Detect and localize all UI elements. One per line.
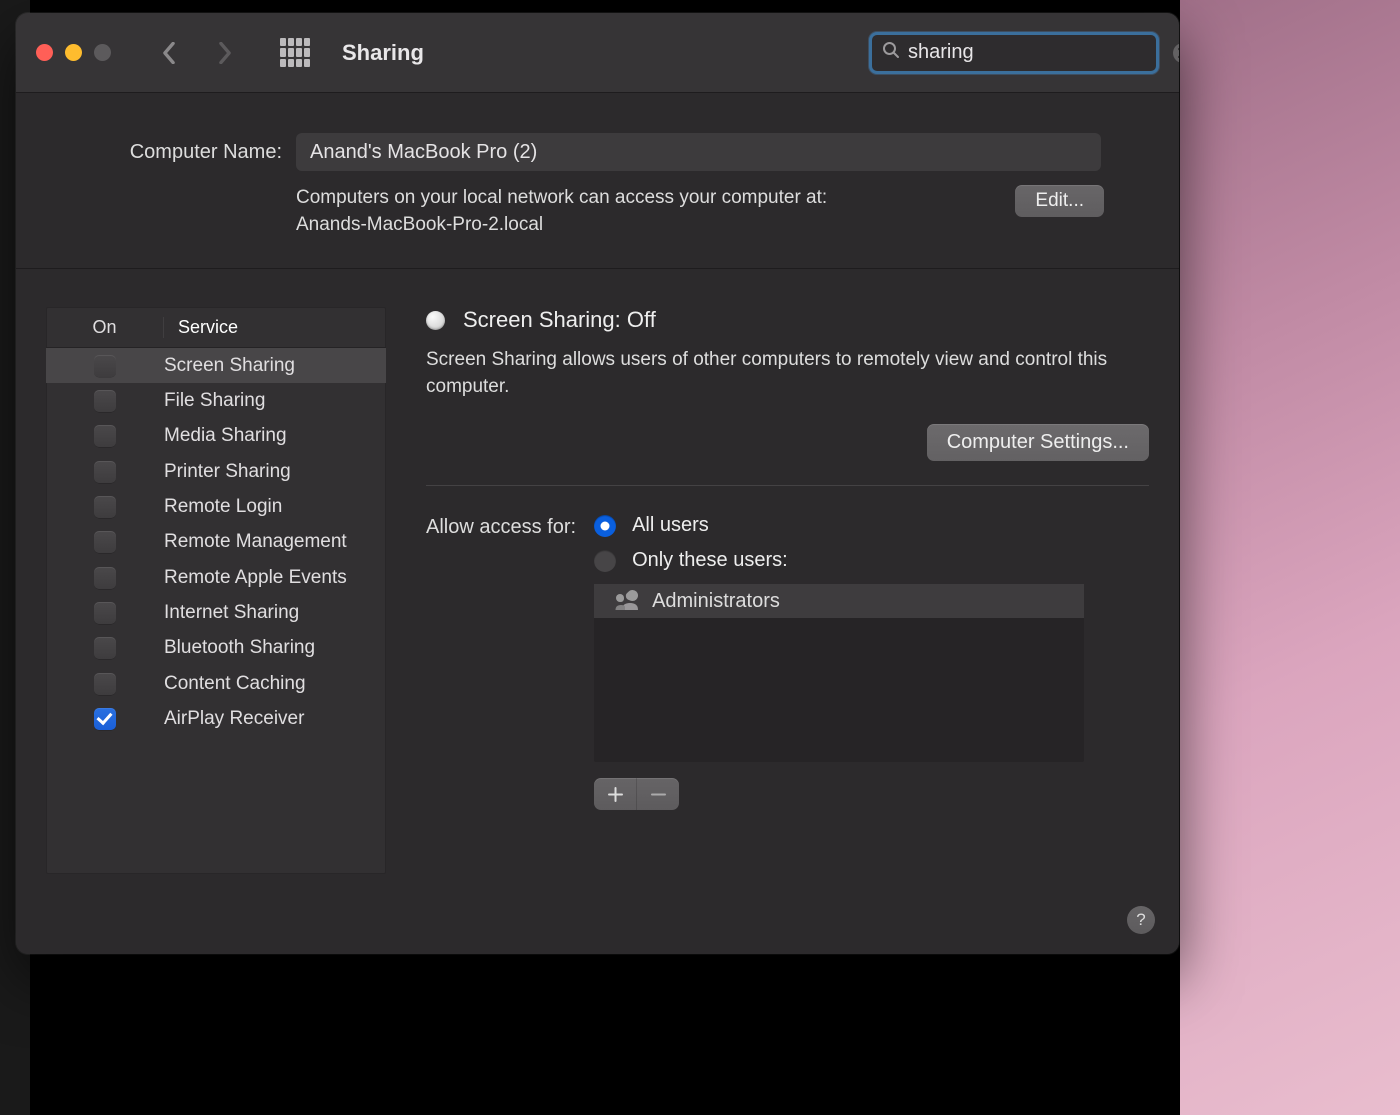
service-rows-container: Screen Sharing File Sharing Media Sharing P… xyxy=(46,348,386,736)
service-row[interactable]: Printer Sharing xyxy=(46,454,386,489)
service-row[interactable]: Content Caching xyxy=(46,666,386,701)
service-label: File Sharing xyxy=(164,390,265,412)
service-checkbox[interactable] xyxy=(94,355,116,377)
service-row[interactable]: Remote Login xyxy=(46,489,386,524)
computer-name-input[interactable] xyxy=(296,133,1101,171)
service-row[interactable]: AirPlay Receiver xyxy=(46,701,386,736)
user-list-item[interactable]: Administrators xyxy=(594,584,1084,618)
add-user-button[interactable] xyxy=(594,778,636,810)
computer-name-section: Computer Name: Computers on your local n… xyxy=(16,93,1179,269)
service-label: AirPlay Receiver xyxy=(164,708,304,730)
service-checkbox[interactable] xyxy=(94,602,116,624)
user-list-item-label: Administrators xyxy=(652,590,780,613)
titlebar: Sharing xyxy=(16,13,1179,93)
status-indicator-icon xyxy=(426,311,445,330)
minimize-window-button[interactable] xyxy=(65,44,82,61)
radio-row-only-users[interactable]: Only these users: xyxy=(594,549,1149,572)
service-checkbox[interactable] xyxy=(94,496,116,518)
service-label: Bluetooth Sharing xyxy=(164,637,315,659)
service-description: Screen Sharing allows users of other com… xyxy=(426,347,1149,400)
service-row[interactable]: Remote Management xyxy=(46,525,386,560)
fullscreen-window-button[interactable] xyxy=(94,44,111,61)
help-button[interactable]: ? xyxy=(1127,906,1155,934)
navigation-arrows xyxy=(156,40,238,66)
service-label: Media Sharing xyxy=(164,425,287,447)
search-input[interactable] xyxy=(908,41,1173,64)
content-area: Computer Name: Computers on your local n… xyxy=(16,93,1179,954)
service-label: Printer Sharing xyxy=(164,461,291,483)
divider xyxy=(426,485,1149,486)
service-list-header: On Service xyxy=(46,307,386,348)
service-detail-panel: Screen Sharing: Off Screen Sharing allow… xyxy=(426,307,1149,874)
footer: ? xyxy=(16,894,1179,954)
service-label: Remote Management xyxy=(164,531,347,553)
window-title: Sharing xyxy=(342,40,869,66)
service-list-panel: On Service Screen Sharing File Sharing Med… xyxy=(46,307,386,874)
forward-button[interactable] xyxy=(212,40,238,66)
allowed-users-list[interactable]: Administrators xyxy=(594,584,1084,762)
radio-only-users-label: Only these users: xyxy=(632,549,788,572)
service-row[interactable]: File Sharing xyxy=(46,383,386,418)
service-checkbox[interactable] xyxy=(94,425,116,447)
service-checkbox[interactable] xyxy=(94,637,116,659)
service-row[interactable]: Screen Sharing xyxy=(46,348,386,383)
service-header-on: On xyxy=(46,317,164,338)
system-preferences-window: Sharing Computer Name: Computers on your… xyxy=(16,13,1179,954)
search-icon xyxy=(882,41,900,64)
service-label: Remote Login xyxy=(164,496,282,518)
service-row[interactable]: Bluetooth Sharing xyxy=(46,631,386,666)
service-checkbox[interactable] xyxy=(94,673,116,695)
allow-access-label: Allow access for: xyxy=(426,514,576,810)
service-row[interactable]: Media Sharing xyxy=(46,419,386,454)
radio-row-all-users[interactable]: All users xyxy=(594,514,1149,537)
desktop-background-right xyxy=(1180,0,1400,1115)
close-window-button[interactable] xyxy=(36,44,53,61)
radio-all-users[interactable] xyxy=(594,515,616,537)
edit-hostname-button[interactable]: Edit... xyxy=(1015,185,1104,217)
service-checkbox[interactable] xyxy=(94,708,116,730)
back-button[interactable] xyxy=(156,40,182,66)
service-checkbox[interactable] xyxy=(94,531,116,553)
remove-user-button[interactable] xyxy=(637,778,679,810)
radio-only-users[interactable] xyxy=(594,550,616,572)
service-label: Content Caching xyxy=(164,673,306,695)
users-group-icon xyxy=(614,588,640,614)
service-row[interactable]: Remote Apple Events xyxy=(46,560,386,595)
service-checkbox[interactable] xyxy=(94,567,116,589)
window-controls xyxy=(36,44,111,61)
search-box[interactable] xyxy=(869,32,1159,74)
show-all-icon[interactable] xyxy=(280,38,310,68)
access-section: Allow access for: All users Only these u… xyxy=(426,514,1149,810)
service-row[interactable]: Internet Sharing xyxy=(46,595,386,630)
service-checkbox[interactable] xyxy=(94,461,116,483)
computer-name-label: Computer Name: xyxy=(91,141,296,164)
computer-name-hint: Computers on your local network can acce… xyxy=(296,185,975,238)
service-header-service: Service xyxy=(164,317,238,338)
service-label: Internet Sharing xyxy=(164,602,299,624)
status-label: Screen Sharing: Off xyxy=(463,307,656,333)
service-label: Remote Apple Events xyxy=(164,567,347,589)
service-label: Screen Sharing xyxy=(164,355,295,377)
clear-search-icon[interactable] xyxy=(1173,43,1179,63)
radio-all-users-label: All users xyxy=(632,514,709,537)
status-row: Screen Sharing: Off xyxy=(426,307,1149,333)
computer-settings-button[interactable]: Computer Settings... xyxy=(927,424,1149,461)
add-remove-control xyxy=(594,778,679,810)
main-section: On Service Screen Sharing File Sharing Med… xyxy=(16,269,1179,894)
service-checkbox[interactable] xyxy=(94,390,116,412)
